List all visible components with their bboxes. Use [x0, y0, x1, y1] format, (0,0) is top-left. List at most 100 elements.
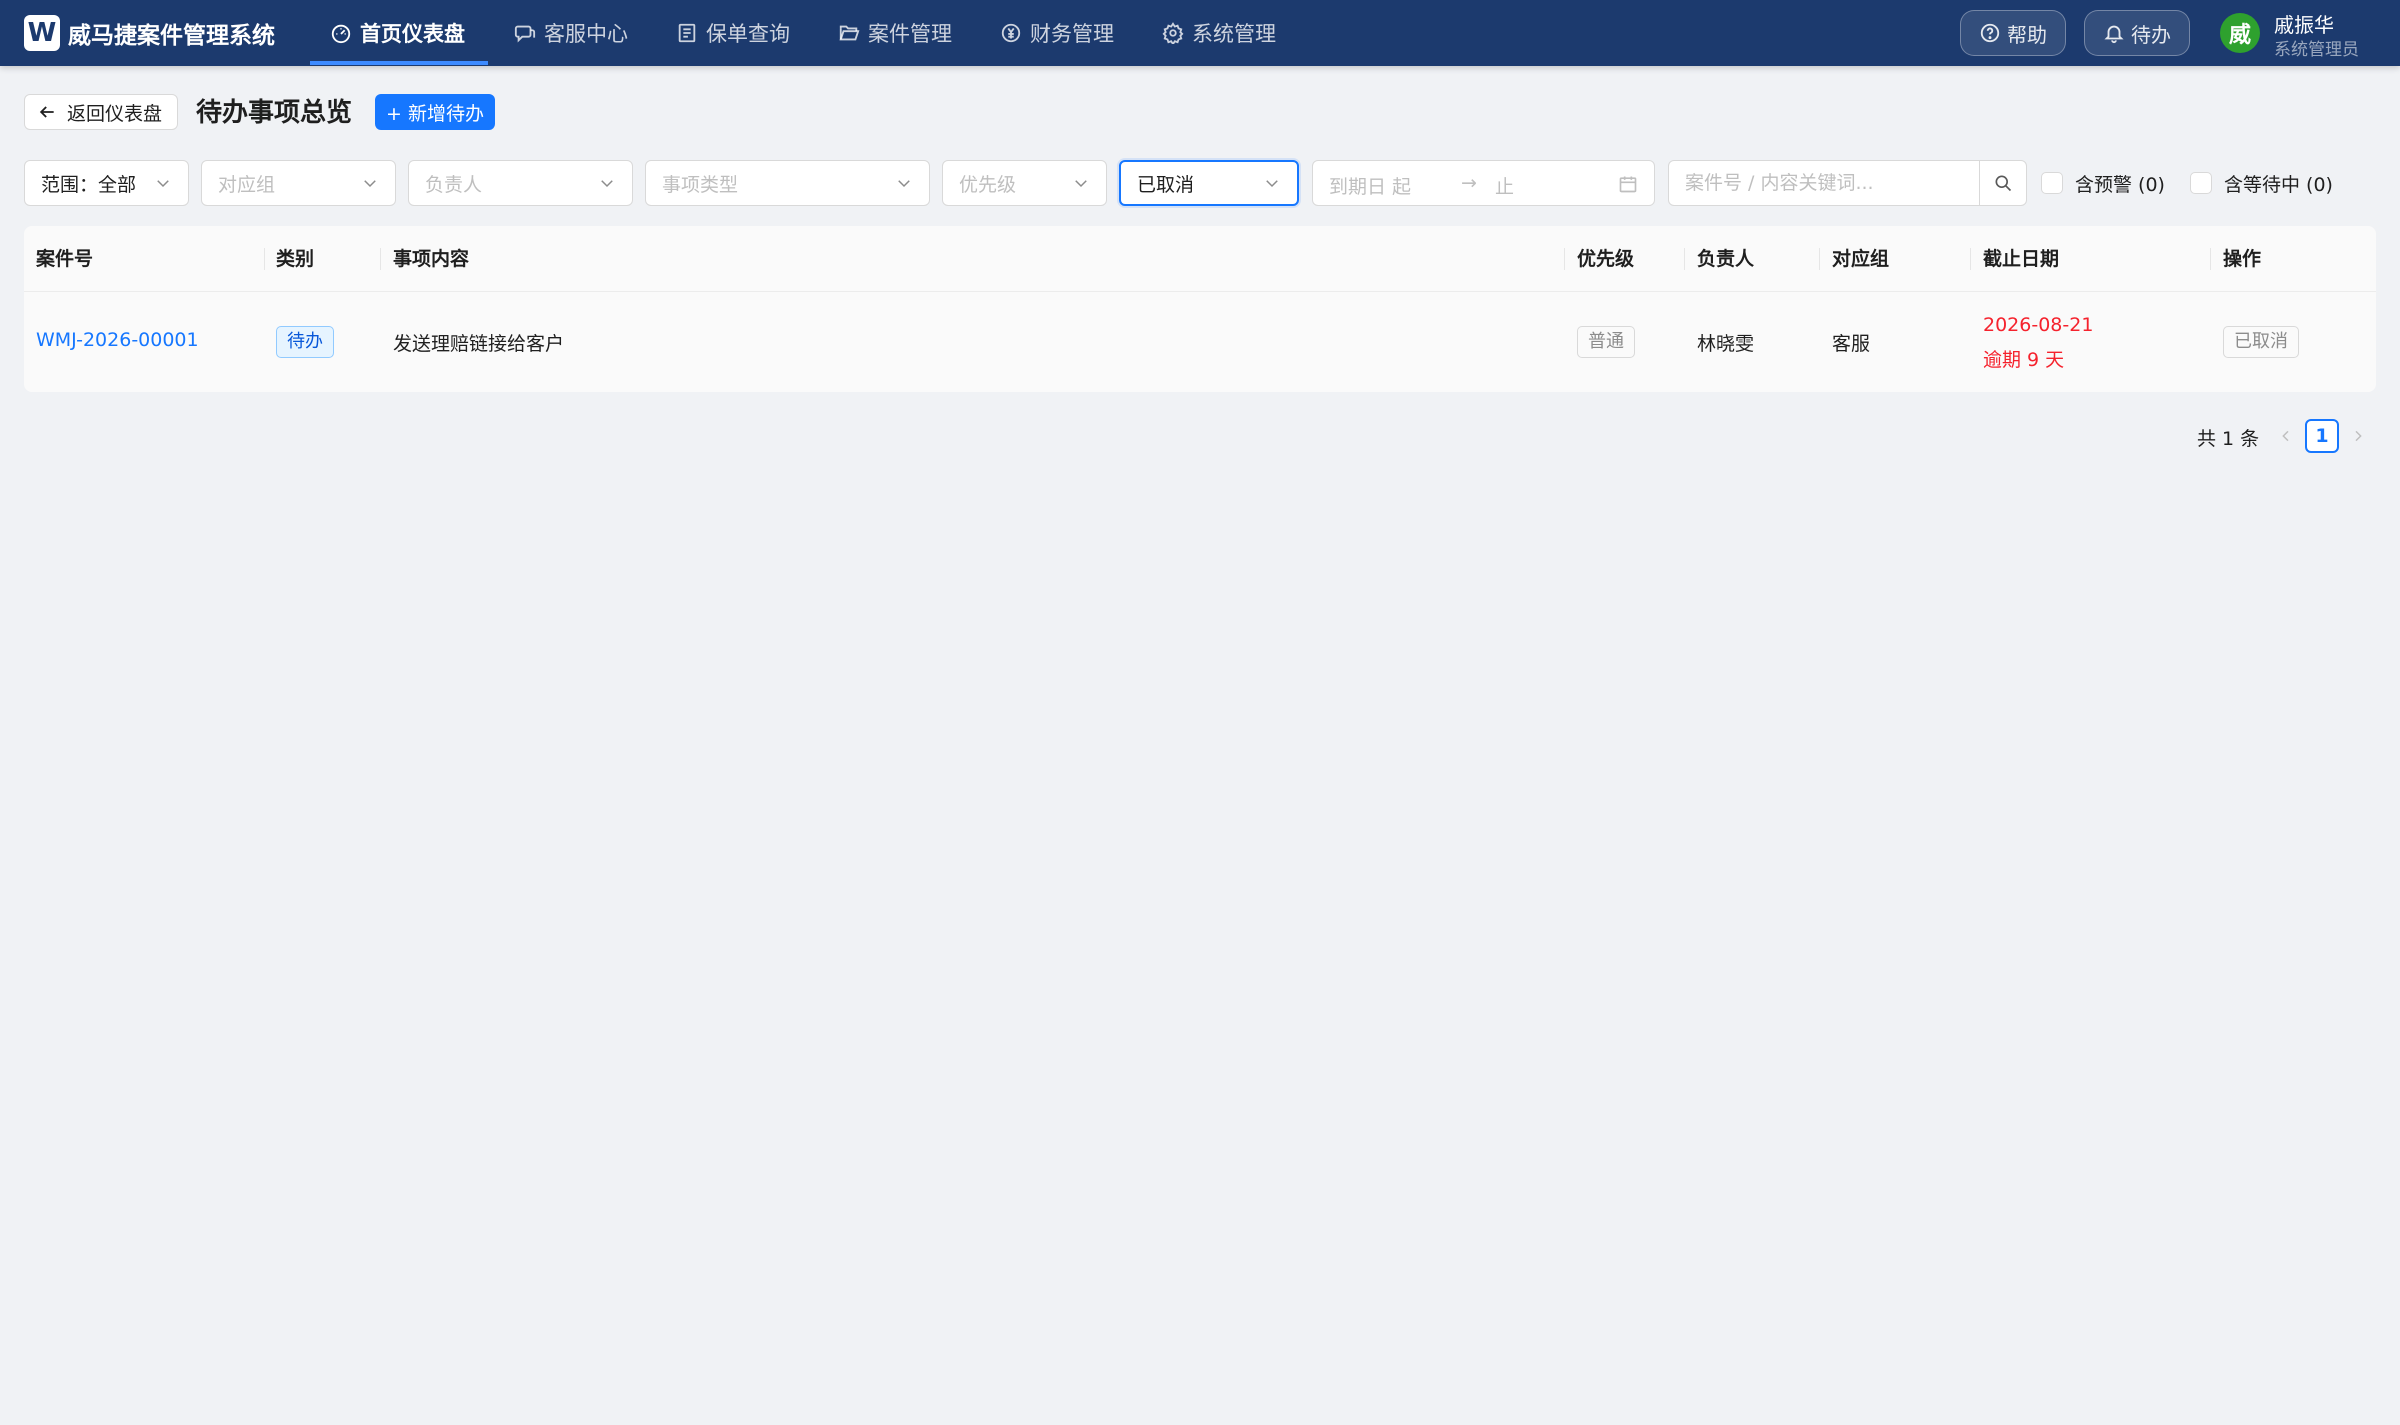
dashboard-icon	[331, 24, 351, 44]
todo-button[interactable]: 待办	[2084, 10, 2190, 56]
column-header-case-no: 案件号	[36, 248, 94, 270]
column-header-group: 对应组	[1832, 248, 1890, 270]
assignee-placeholder: 负责人	[425, 173, 483, 196]
help-label: 帮助	[2007, 22, 2047, 47]
gear-icon	[1162, 22, 1184, 44]
column-header-content: 事项内容	[393, 248, 470, 270]
chevron-down-icon	[1266, 180, 1278, 188]
search-button[interactable]	[1979, 160, 2027, 206]
column-divider	[264, 248, 265, 270]
chevron-down-icon	[898, 180, 910, 188]
type-select[interactable]: 事项类型	[645, 160, 930, 206]
todo-label: 待办	[2131, 22, 2171, 47]
overdue-badge: 逾期 9 天	[1983, 349, 2065, 371]
chevron-down-icon	[601, 180, 613, 188]
brand-logo-icon: W	[24, 15, 60, 51]
group-placeholder: 对应组	[218, 173, 276, 196]
chat-icon	[514, 25, 536, 43]
help-button[interactable]: 帮助	[1960, 10, 2066, 56]
nav-item-label: 首页仪表盘	[360, 22, 465, 46]
arrow-left-icon	[39, 106, 54, 118]
checkbox-box[interactable]	[2190, 172, 2212, 194]
nav-item-label: 系统管理	[1192, 22, 1276, 46]
scope-value: 范围：全部	[41, 173, 137, 196]
pagination-prev-button[interactable]	[2276, 424, 2296, 448]
include-waiting-checkbox[interactable]: 含等待中 (0)	[2190, 170, 2333, 196]
nav-item-dashboard[interactable]: 首页仪表盘	[330, 0, 465, 66]
document-list-icon	[678, 23, 696, 43]
avatar[interactable]: 威	[2220, 13, 2260, 53]
column-divider	[1564, 248, 1565, 270]
nav-item-finance[interactable]: 财务管理	[1000, 0, 1114, 66]
due-date-range-picker[interactable]: 到期日 起 → 止	[1312, 160, 1655, 206]
nav-item-service[interactable]: 客服中心	[514, 0, 628, 66]
due-date: 2026-08-21	[1983, 314, 2094, 336]
cancelled-status-button[interactable]: 已取消	[2223, 326, 2299, 358]
status-value: 已取消	[1137, 173, 1195, 196]
pagination-page-button[interactable]: 1	[2305, 419, 2339, 453]
chevron-left-icon	[2282, 430, 2289, 442]
calendar-icon	[1619, 176, 1637, 193]
date-start-placeholder[interactable]: 到期日 起	[1329, 172, 1411, 199]
column-divider	[2210, 248, 2211, 270]
scope-select[interactable]: 范围：全部	[24, 160, 189, 206]
date-end-placeholder[interactable]: 止	[1495, 172, 1514, 199]
chevron-down-icon	[1075, 180, 1087, 188]
todo-content: 发送理赔链接给客户	[393, 333, 565, 355]
status-select[interactable]: 已取消	[1119, 160, 1299, 206]
folder-open-icon	[839, 25, 860, 41]
nav-item-system[interactable]: 系统管理	[1162, 0, 1276, 66]
include-warning-checkbox[interactable]: 含预警 (0)	[2041, 170, 2165, 196]
column-header-assignee: 负责人	[1697, 248, 1755, 270]
page-title: 待办事项总览	[196, 98, 353, 128]
date-range-arrow: →	[1461, 172, 1477, 194]
column-header-action: 操作	[2223, 248, 2262, 270]
user-name[interactable]: 戚振华	[2274, 9, 2334, 38]
priority-select[interactable]: 优先级	[942, 160, 1107, 206]
priority-tag: 普通	[1577, 326, 1635, 358]
top-navbar: W 威马捷案件管理系统 首页仪表盘 客服中心 保单查询 案件管理 财务管理 系统…	[0, 0, 2400, 66]
pagination-next-button[interactable]	[2348, 424, 2368, 448]
todo-table: 案件号 类别 事项内容 优先级 负责人 对应组 截止日期 操作 WMJ-2026…	[24, 226, 2376, 392]
user-role: 系统管理员	[2274, 40, 2359, 60]
chevron-down-icon	[157, 180, 169, 188]
back-to-dashboard-button[interactable]: 返回仪表盘	[24, 94, 178, 130]
chevron-right-icon	[2355, 430, 2362, 442]
checkbox-label: 含等待中 (0)	[2224, 173, 2333, 196]
group-select[interactable]: 对应组	[201, 160, 396, 206]
nav-item-label: 保单查询	[706, 22, 790, 46]
checkbox-box[interactable]	[2041, 172, 2063, 194]
nav-item-cases[interactable]: 案件管理	[838, 0, 952, 66]
column-header-category: 类别	[276, 248, 315, 270]
assignee-select[interactable]: 负责人	[408, 160, 633, 206]
search-icon	[1995, 175, 2012, 192]
priority-placeholder: 优先级	[959, 173, 1017, 196]
group-name: 客服	[1832, 333, 1871, 355]
column-divider	[1684, 248, 1685, 270]
checkbox-label: 含预警 (0)	[2075, 173, 2165, 196]
case-number-link[interactable]: WMJ-2026-00001	[36, 329, 199, 351]
type-placeholder: 事项类型	[662, 173, 739, 196]
currency-icon	[1001, 23, 1021, 43]
app-name: 威马捷案件管理系统	[68, 23, 275, 49]
search-input[interactable]	[1668, 160, 1980, 206]
bell-icon	[2104, 25, 2124, 44]
back-label: 返回仪表盘	[67, 102, 163, 125]
help-icon	[1980, 23, 2000, 43]
nav-item-label: 案件管理	[868, 22, 952, 46]
column-divider	[1819, 248, 1820, 270]
nav-item-policy[interactable]: 保单查询	[676, 0, 790, 66]
column-divider	[1970, 248, 1971, 270]
pagination-total: 共 1 条	[2197, 428, 2260, 450]
nav-item-label: 客服中心	[544, 22, 628, 46]
nav-active-indicator	[310, 61, 488, 65]
brand[interactable]: W 威马捷案件管理系统	[24, 14, 275, 52]
assignee-name: 林晓雯	[1697, 333, 1755, 355]
add-todo-button[interactable]: + 新增待办	[375, 94, 495, 130]
chevron-down-icon	[364, 180, 376, 188]
column-header-due-date: 截止日期	[1983, 248, 2060, 270]
column-divider	[380, 248, 381, 270]
nav-item-label: 财务管理	[1030, 22, 1114, 46]
table-header: 案件号 类别 事项内容 优先级 负责人 对应组 截止日期 操作	[24, 226, 2376, 292]
table-row	[24, 293, 2376, 392]
